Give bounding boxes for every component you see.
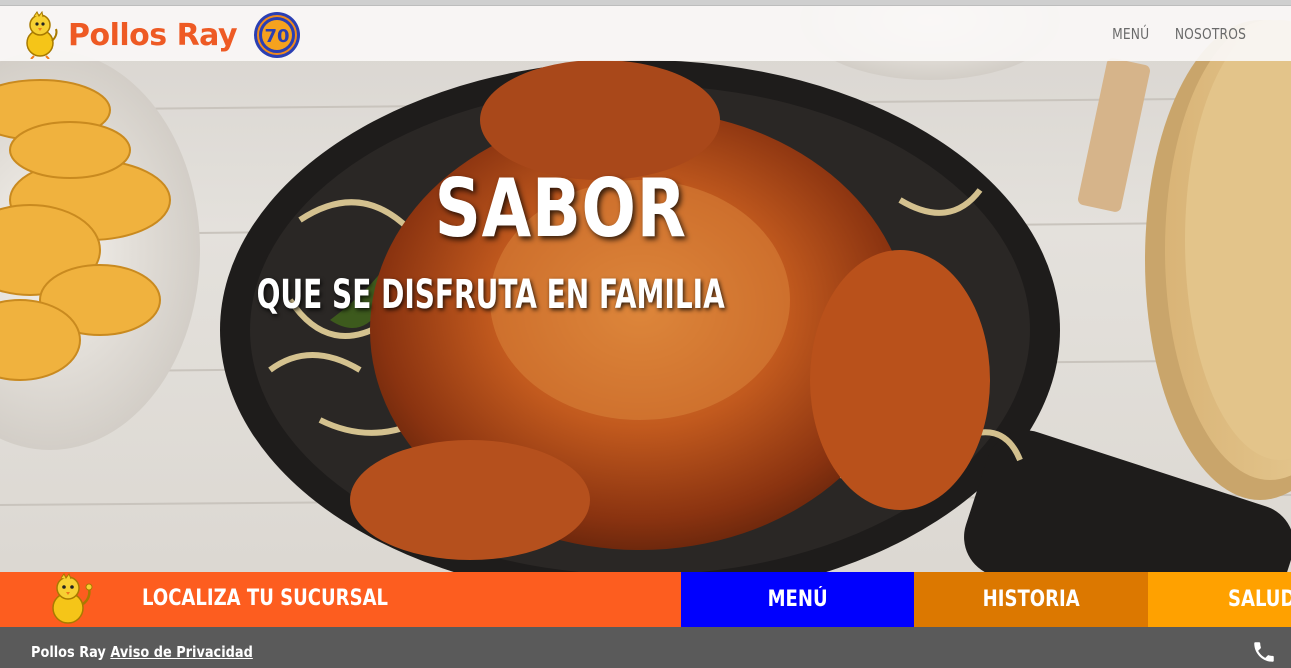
- chick-mascot-icon: [26, 11, 58, 59]
- chick-mascot-icon: [52, 572, 93, 624]
- hero-title: SABOR: [434, 162, 687, 255]
- menu-button[interactable]: MENÚ: [681, 572, 914, 627]
- main-nav: MENÚ NOSOTROS: [1096, 6, 1254, 62]
- locate-branch-label: LOCALIZA TU SUCURSAL: [142, 586, 389, 611]
- historia-button[interactable]: HISTORIA: [914, 572, 1148, 627]
- nav-nosotros-link[interactable]: NOSOTROS: [1175, 25, 1246, 43]
- historia-label: HISTORIA: [982, 587, 1080, 612]
- menu-label: MENÚ: [767, 587, 828, 612]
- salud-button[interactable]: SALUD: [1148, 572, 1291, 627]
- locate-branch-button[interactable]: LOCALIZA TU SUCURSAL: [0, 572, 681, 627]
- footer-text: Pollos Ray Aviso de Privacidad: [31, 643, 253, 661]
- seal-number: 70: [265, 26, 290, 47]
- phone-icon[interactable]: [1251, 639, 1277, 665]
- nav-menu-link[interactable]: MENÚ: [1112, 25, 1149, 43]
- brand-name: Pollos Ray: [68, 17, 238, 53]
- navbar: Pollos Ray 70 MENÚ NOSOTROS: [0, 5, 1291, 61]
- privacy-link[interactable]: Aviso de Privacidad: [110, 643, 252, 661]
- brand-logo[interactable]: Pollos Ray 70: [20, 9, 301, 61]
- action-bar: LOCALIZA TU SUCURSAL MENÚ HISTORIA SALUD: [0, 572, 1291, 627]
- footer: Pollos Ray Aviso de Privacidad: [0, 627, 1291, 668]
- hero-subtitle: QUE SE DISFRUTA EN FAMILIA: [256, 272, 725, 318]
- anniversary-seal-icon: 70: [254, 12, 301, 58]
- footer-brand: Pollos Ray: [31, 643, 106, 661]
- salud-label: SALUD: [1228, 587, 1291, 612]
